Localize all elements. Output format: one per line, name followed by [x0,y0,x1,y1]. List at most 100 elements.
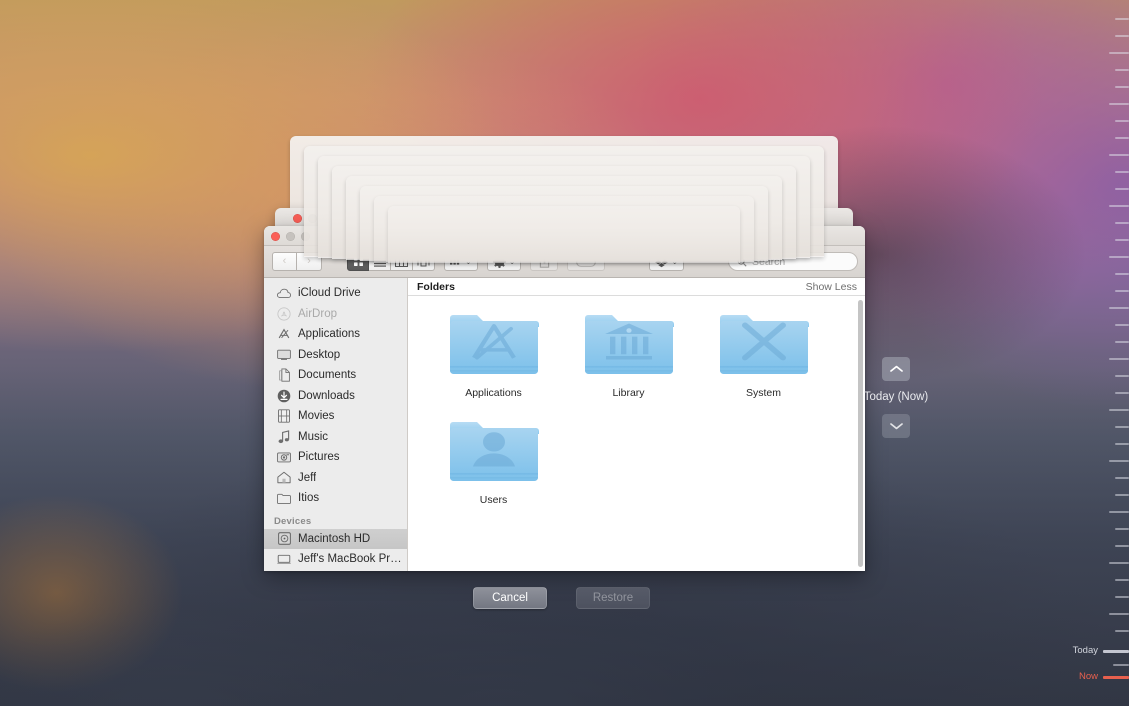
sidebar-item-jeff[interactable]: Jeff [264,468,407,489]
sidebar-item-label: Jeff [298,471,317,484]
sidebar-section-devices: Devices [274,515,312,527]
folders-header: Folders Show Less [408,278,865,296]
folder-icon [277,491,291,505]
timeline-tick[interactable] [1109,613,1129,615]
timeline-tick[interactable] [1115,545,1129,547]
cancel-button[interactable]: Cancel [473,587,547,609]
folder-grid[interactable]: Applications Library System Users [408,296,865,522]
timeline-tick[interactable] [1115,120,1129,122]
timeline-tick[interactable] [1115,579,1129,581]
sidebar-item-label: iCloud Drive [298,287,361,300]
cascade-window[interactable] [388,206,740,263]
sidebar-item-label: Jeff's MacBook Pr… [298,553,402,566]
timeline-tick[interactable] [1115,494,1129,496]
music-icon [277,430,291,444]
timeline-tick[interactable] [1115,171,1129,173]
timeline-tick[interactable] [1115,426,1129,428]
timeline-tick[interactable] [1115,137,1129,139]
timeline-tick[interactable] [1109,409,1129,411]
sidebar-item-documents[interactable]: Documents [264,365,407,386]
timeline-down-button[interactable] [882,414,910,438]
show-less-button[interactable]: Show Less [806,281,857,293]
applications-icon [277,327,291,341]
timeline-tick[interactable] [1109,358,1129,360]
vertical-scrollbar[interactable] [858,300,863,567]
timeline-tick[interactable] [1115,222,1129,224]
timeline-tick[interactable] [1115,375,1129,377]
timeline-ruler[interactable] [1100,0,1129,706]
finder-window[interactable]: Macintosh HD ‹ › [264,226,865,571]
sidebar-item-airdrop[interactable]: AirDrop [264,304,407,325]
downloads-icon [277,389,291,403]
timeline-tick[interactable] [1109,511,1129,513]
timeline-tick[interactable] [1109,562,1129,564]
airdrop-icon [277,307,291,321]
timeline-tick[interactable] [1115,630,1129,632]
back-button[interactable]: ‹ [272,252,297,271]
timeline-tick[interactable] [1109,460,1129,462]
content-area[interactable]: Folders Show Less Applications Library Sys… [408,278,865,571]
sidebar-item-movies[interactable]: Movies [264,406,407,427]
sidebar-item-jeff-s-macbook-pr[interactable]: Jeff's MacBook Pr… [264,549,407,570]
timeline-tick[interactable] [1109,103,1129,105]
timeline-date-label: Today (Now) [863,391,929,403]
timeline-tick[interactable] [1115,392,1129,394]
timeline-tick[interactable] [1115,35,1129,37]
folder-label: System [745,387,781,399]
timeline-tick[interactable] [1109,154,1129,156]
library-folder-icon [583,308,675,382]
sidebar-item-macintosh-hd[interactable]: Macintosh HD [264,528,407,549]
sidebar-item-desktop[interactable]: Desktop [264,345,407,366]
sidebar[interactable]: iCloud Drive AirDrop Applications Desktop Do… [264,278,408,571]
timeline-tick[interactable] [1115,596,1129,598]
sidebar-item-applications[interactable]: Applications [264,324,407,345]
timeline-tick[interactable] [1115,273,1129,275]
folder-item[interactable]: Applications [426,308,561,399]
sidebar-item-label: Movies [298,410,335,423]
folder-label: Library [612,387,645,399]
sidebar-item-downloads[interactable]: Downloads [264,386,407,407]
sidebar-item-label: Music [298,430,329,443]
timeline-tick[interactable] [1109,205,1129,207]
timeline-tick[interactable] [1115,477,1129,479]
pictures-icon [277,450,291,464]
sidebar-item-external[interactable]: External [264,570,407,572]
chevron-up-icon [889,365,903,372]
sidebar-item-music[interactable]: Music [264,427,407,448]
folder-item[interactable]: Library [561,308,696,399]
desktop-icon [277,348,291,362]
sidebar-item-label: Itios [298,492,320,505]
section-title: Folders [417,280,455,293]
timeline-tick[interactable] [1115,188,1129,190]
timeline-tick[interactable] [1109,256,1129,258]
timeline-tick[interactable] [1115,443,1129,445]
sidebar-item-itios[interactable]: Itios [264,488,407,509]
timeline-tick-today[interactable] [1103,650,1129,653]
timeline-tick[interactable] [1109,52,1129,54]
timeline-tick[interactable] [1113,664,1129,666]
timeline-tick[interactable] [1115,18,1129,20]
timeline-tick[interactable] [1115,69,1129,71]
timeline-tick[interactable] [1109,307,1129,309]
timeline-tick[interactable] [1115,239,1129,241]
home-icon [277,471,291,485]
restore-button[interactable]: Restore [576,587,650,609]
laptop-icon [277,552,291,566]
timeline-now-label: Now [1078,671,1098,682]
timeline-tick[interactable] [1115,86,1129,88]
timeline-tick[interactable] [1115,324,1129,326]
timeline-up-button[interactable] [882,357,910,381]
hard-disk-icon [277,532,291,546]
folder-item[interactable]: Users [426,415,561,506]
timeline-tick[interactable] [1115,341,1129,343]
sidebar-item-icloud-drive[interactable]: iCloud Drive [264,283,407,304]
users-folder-icon [448,415,540,489]
timeline-tick[interactable] [1115,290,1129,292]
folder-item[interactable]: System [696,308,831,399]
timeline-tick-now[interactable] [1103,676,1129,679]
sidebar-item-pictures[interactable]: Pictures [264,447,407,468]
timeline-tick[interactable] [1115,528,1129,530]
applications-folder-icon [448,308,540,382]
sidebar-item-label: Pictures [298,451,340,464]
chevron-down-icon [889,423,903,430]
